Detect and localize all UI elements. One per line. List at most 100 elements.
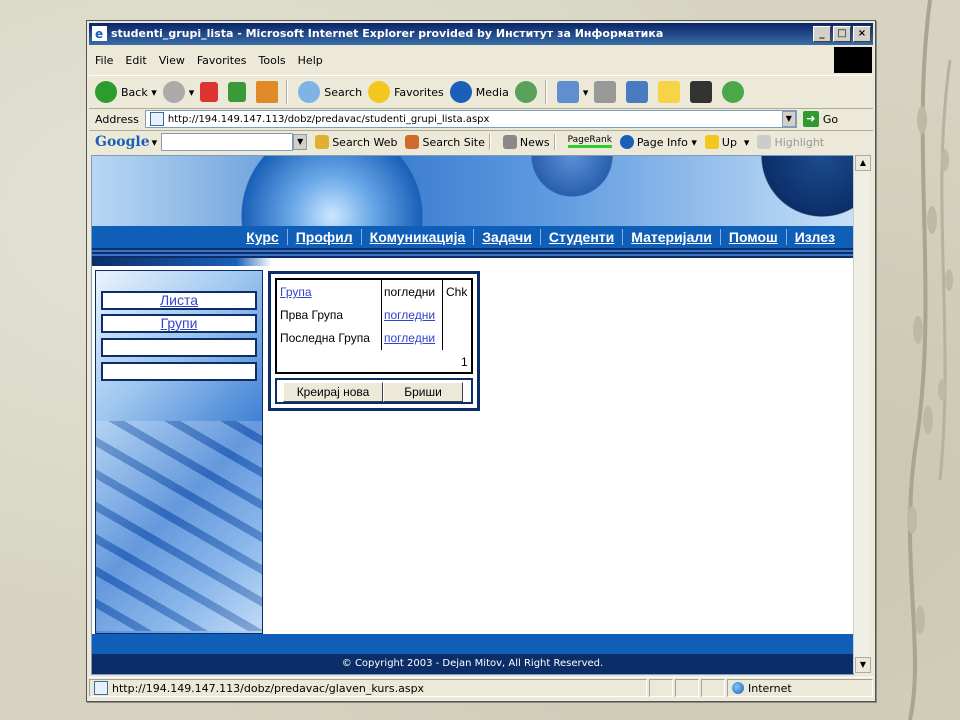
highlight-button[interactable]: Highlight	[757, 135, 824, 149]
search-web-icon	[315, 135, 330, 149]
discuss-button[interactable]	[658, 81, 684, 103]
create-new-button[interactable]: Креирај нова	[283, 382, 383, 402]
globe-icon	[732, 682, 744, 694]
home-button[interactable]	[256, 81, 282, 103]
nav-kurs[interactable]: Курс	[238, 229, 286, 245]
sidebar: Листа Групи	[95, 270, 263, 634]
status-text: http://194.149.147.113/dobz/predavac/gla…	[89, 679, 647, 697]
nav-materijali[interactable]: Материјали	[622, 229, 720, 245]
vertical-scrollbar[interactable]: ▲ ▼	[853, 155, 871, 673]
pagerank-indicator[interactable]: PageRank	[567, 136, 612, 148]
nav-studenti[interactable]: Студенти	[539, 229, 622, 245]
sidebar-item-empty-1	[101, 338, 257, 357]
media-button[interactable]: Media	[449, 81, 509, 103]
nav-komunikacija[interactable]: Комуникација	[360, 229, 474, 245]
row-view-link[interactable]: погледни	[384, 331, 435, 345]
info-icon	[619, 135, 634, 149]
back-button[interactable]: Back ▾	[95, 81, 157, 103]
search-icon	[298, 81, 321, 103]
menu-edit[interactable]: Edit	[119, 54, 152, 67]
plant-decoration	[907, 0, 953, 720]
menu-bar: File Edit View Favorites Tools Help	[89, 48, 873, 72]
nav-stripe	[92, 248, 853, 258]
row-view-link[interactable]: погледни	[384, 308, 435, 322]
page-icon	[149, 112, 164, 126]
up-button[interactable]: Up ▾	[704, 135, 749, 149]
status-bar: http://194.149.147.113/dobz/predavac/gla…	[89, 677, 873, 698]
research-icon	[690, 81, 713, 103]
nav-zadachi[interactable]: Задачи	[473, 229, 540, 245]
stop-button[interactable]	[200, 82, 222, 102]
scroll-down-icon[interactable]: ▼	[855, 657, 871, 673]
close-button[interactable]: ×	[853, 26, 871, 42]
research-button[interactable]	[690, 81, 716, 103]
forward-button[interactable]: ▾	[162, 81, 194, 103]
history-button[interactable]	[514, 81, 541, 103]
refresh-icon	[228, 82, 247, 102]
address-bar: Address http://194.149.147.113/dobz/pred…	[89, 108, 873, 131]
nav-izlez[interactable]: Излез	[785, 229, 843, 245]
menu-tools[interactable]: Tools	[253, 54, 292, 67]
sidebar-item-empty-2	[101, 362, 257, 381]
google-toolbar: Google ▾ ▼ Search Web Search Site News P…	[89, 131, 873, 153]
search-web-button[interactable]: Search Web	[315, 135, 397, 149]
ie-icon: e	[92, 26, 107, 41]
print-button[interactable]	[594, 81, 620, 103]
security-zone: Internet	[727, 679, 873, 697]
action-bar: Креирај нова Бриши	[275, 378, 473, 404]
messenger-button[interactable]	[722, 81, 748, 103]
groups-table: Група погледни Chk Прва Група погледни П…	[275, 278, 473, 374]
google-search-input[interactable]	[161, 133, 294, 151]
print-icon	[594, 81, 617, 103]
windows-logo-icon	[834, 47, 872, 73]
menu-help[interactable]: Help	[292, 54, 329, 67]
menu-favorites[interactable]: Favorites	[191, 54, 253, 67]
nav-pomosh[interactable]: Помош	[719, 229, 786, 245]
address-input[interactable]: http://194.149.147.113/dobz/predavac/stu…	[144, 110, 797, 128]
page-icon	[94, 681, 108, 695]
menu-view[interactable]: View	[153, 54, 191, 67]
status-cell	[701, 679, 725, 697]
minimize-button[interactable]: _	[813, 26, 831, 42]
google-logo[interactable]: Google	[95, 134, 150, 150]
mail-icon	[556, 81, 579, 103]
header-grupa[interactable]: Група	[280, 285, 312, 299]
mail-button[interactable]: ▾	[556, 81, 588, 103]
back-arrow-icon	[95, 81, 117, 103]
groups-panel: Група погледни Chk Прва Група погледни П…	[268, 271, 480, 411]
menu-file[interactable]: File	[89, 54, 119, 67]
header-chk: Chk	[446, 285, 468, 299]
messenger-icon	[722, 81, 745, 103]
sidebar-item-grupi[interactable]: Групи	[101, 314, 257, 333]
maximize-button[interactable]: □	[833, 26, 851, 42]
sidebar-item-lista[interactable]: Листа	[101, 291, 257, 310]
nav-profil[interactable]: Профил	[286, 229, 361, 245]
address-url: http://194.149.147.113/dobz/predavac/stu…	[167, 113, 490, 125]
window-title: studenti_grupi_lista - Microsoft Interne…	[111, 27, 664, 40]
edit-button[interactable]	[626, 81, 652, 103]
stop-icon	[200, 82, 219, 102]
status-cell	[649, 679, 673, 697]
news-button[interactable]: News	[502, 135, 550, 149]
row-name: Прва Група	[280, 308, 344, 322]
delete-button[interactable]: Бриши	[383, 382, 463, 402]
google-search-dropdown-icon[interactable]: ▼	[293, 134, 308, 150]
media-icon	[449, 81, 472, 103]
address-dropdown-icon[interactable]: ▼	[781, 111, 796, 127]
page-number[interactable]: 1	[461, 355, 468, 369]
search-site-button[interactable]: Search Site	[405, 135, 485, 149]
history-icon	[514, 81, 537, 103]
address-label: Address	[95, 112, 139, 126]
favorites-button[interactable]: Favorites	[368, 81, 444, 103]
scroll-up-icon[interactable]: ▲	[855, 155, 871, 171]
page-info-button[interactable]: Page Info ▾	[619, 135, 697, 149]
keyboard-image	[96, 421, 262, 631]
forward-arrow-icon	[162, 81, 185, 103]
star-icon	[368, 81, 391, 103]
go-button[interactable]: ➜ Go	[802, 111, 838, 127]
browser-window: e studenti_grupi_lista - Microsoft Inter…	[86, 20, 876, 702]
note-icon	[658, 81, 681, 103]
search-button[interactable]: Search	[298, 81, 362, 103]
refresh-button[interactable]	[228, 82, 250, 102]
google-menu-icon[interactable]: ▾	[152, 136, 158, 149]
